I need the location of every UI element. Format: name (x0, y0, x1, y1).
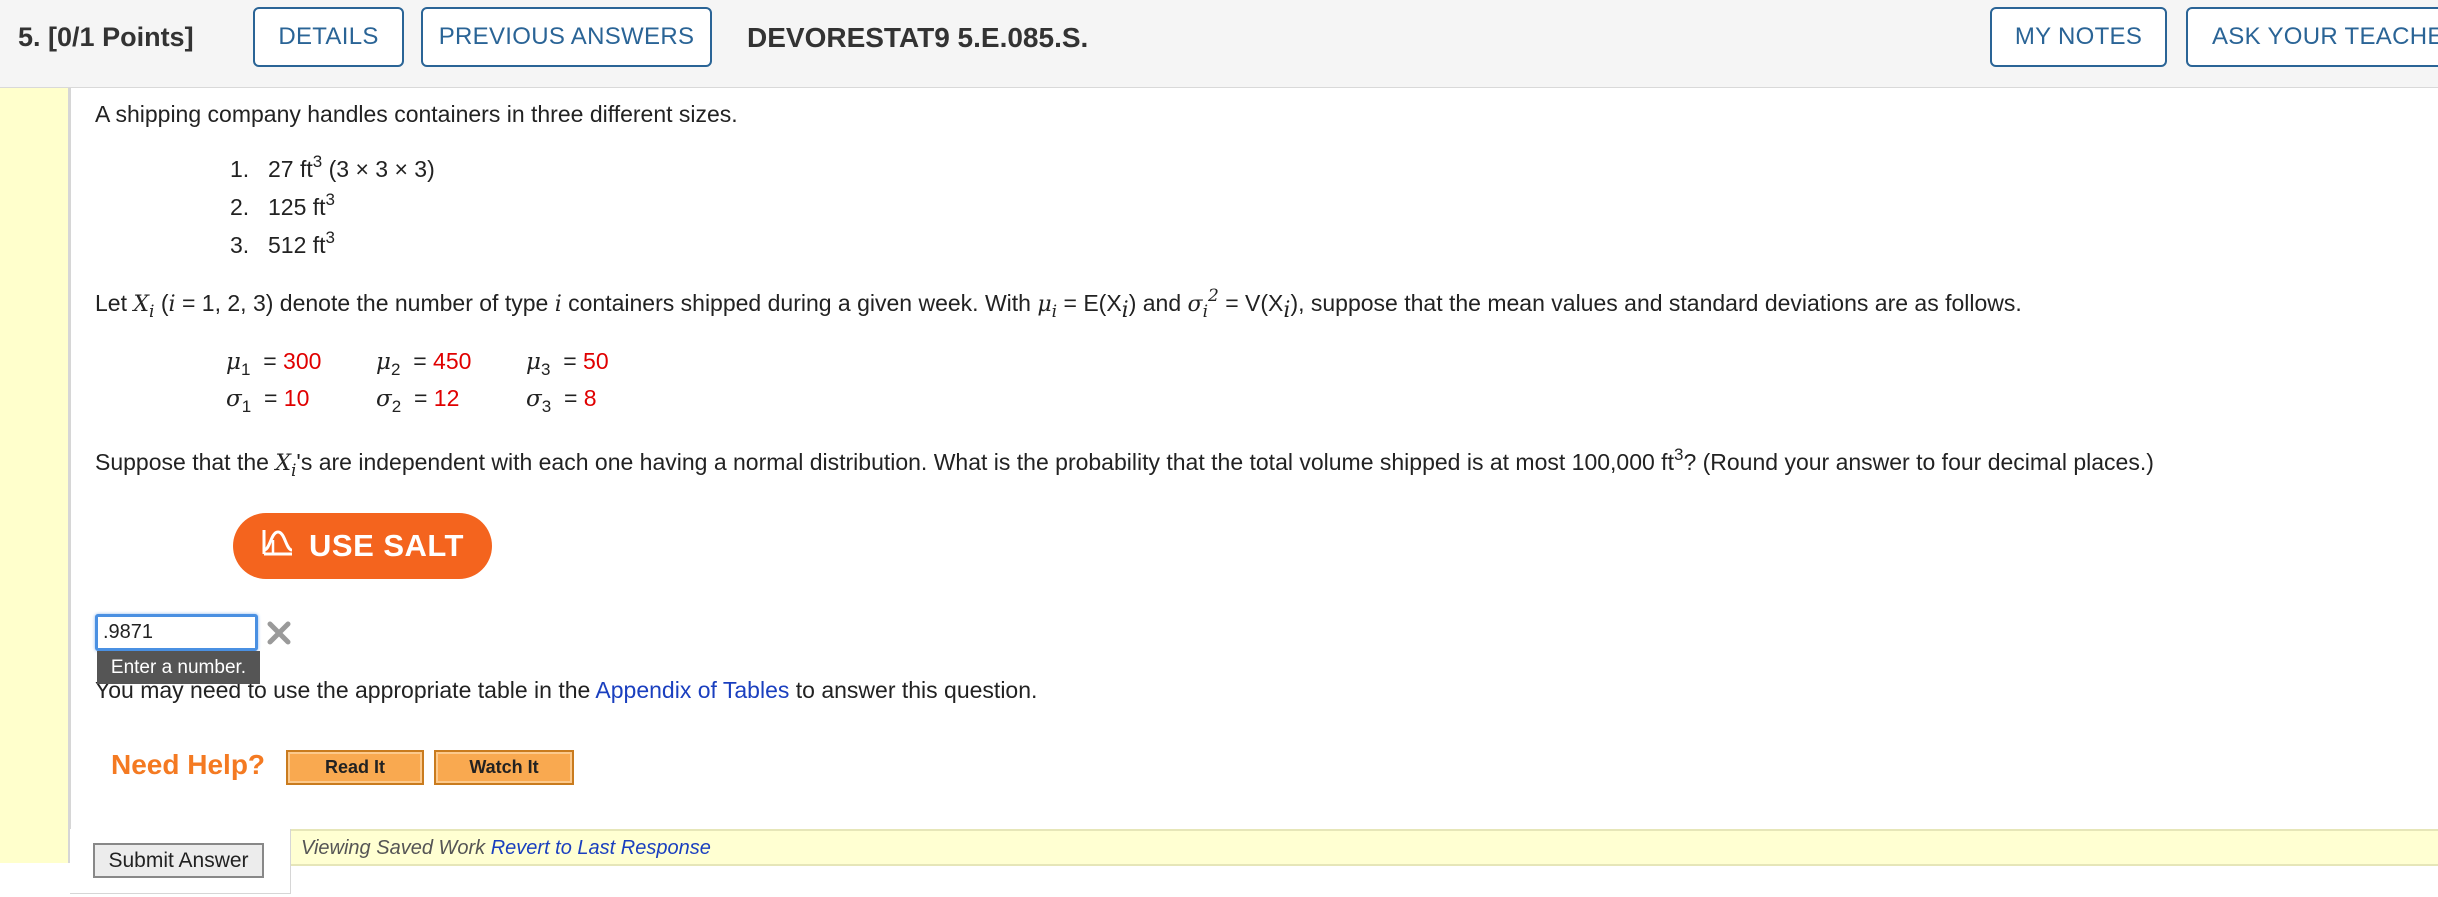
text-segment: containers shipped during a given week. … (561, 290, 1038, 316)
text-segment: Suppose that the (95, 449, 276, 475)
question-number-label: 5. (18, 22, 41, 52)
text-segment: ) and (1128, 290, 1188, 316)
need-help-label: Need Help? (111, 749, 266, 780)
problem-question: Suppose that the Xi's are independent wi… (95, 446, 2154, 481)
text-segment: to answer this question. (789, 677, 1038, 703)
list-item-exponent: 3 (325, 190, 336, 209)
list-item-dimensions: (3 × 3 × 3) (322, 156, 435, 182)
list-item-number: 2. (230, 194, 250, 220)
viewing-saved-work-text: Viewing Saved Work (301, 837, 491, 859)
my-notes-button[interactable]: MY NOTES (1990, 7, 2167, 67)
list-item-number: 3. (230, 232, 250, 258)
list-item: 3. 512 ft3 (230, 226, 435, 264)
revert-to-last-response-link[interactable]: Revert to Last Response (491, 837, 711, 859)
use-salt-button[interactable]: USE SALT (233, 513, 492, 579)
text-segment: = E(X (1057, 290, 1122, 316)
list-item-value: 125 ft (268, 194, 326, 220)
text-segment: ), suppose that the mean values and stan… (1290, 290, 2022, 316)
list-item-value: 27 ft (268, 156, 313, 182)
list-item-exponent: 3 (312, 152, 323, 171)
sigma-3: σ3 = 8 (526, 385, 597, 416)
math-mu-i: μi (1037, 292, 1058, 322)
math-i: i (168, 292, 176, 317)
question-number: 5. [0/1 Points] (18, 22, 194, 53)
math-sub-i: i (1121, 298, 1129, 323)
math-i: i (554, 292, 562, 317)
submit-answer-button[interactable]: Submit Answer (93, 843, 264, 878)
list-item-value: 512 ft (268, 232, 326, 258)
text-segment: ( (154, 290, 169, 316)
text-segment: Let (95, 290, 134, 316)
question-header: 5. [0/1 Points] DETAILS PREVIOUS ANSWERS… (0, 0, 2438, 88)
saved-work-bar: Viewing Saved Work Revert to Last Respon… (291, 829, 2438, 866)
points-label: [0/1 Points] (48, 22, 194, 52)
previous-answers-button[interactable]: PREVIOUS ANSWERS (421, 7, 712, 67)
math-sigma-i-squared: σi2 (1187, 286, 1219, 322)
text-segment: ? (Round your answer to four decimal pla… (1683, 449, 2154, 475)
sigma-2: σ2 = 12 (376, 385, 460, 416)
problem-intro: A shipping company handles containers in… (95, 101, 738, 127)
list-item: 2. 125 ft3 (230, 188, 435, 226)
text-segment: 's are independent with each one having … (296, 449, 1674, 475)
container-size-list: 1. 27 ft3 (3 × 3 × 3) 2. 125 ft3 3. 512 ft3 (230, 150, 435, 264)
watch-it-button[interactable]: Watch It (434, 750, 574, 785)
read-it-button[interactable]: Read It (286, 750, 424, 785)
mu-1: μ1 = 300 (226, 348, 322, 379)
details-button[interactable]: DETAILS (253, 7, 404, 67)
sigma-1-value: 10 (283, 385, 310, 411)
mu-2: μ2 = 450 (376, 348, 472, 379)
text-segment: = V(X (1218, 290, 1284, 316)
math-x-i: Xi (133, 292, 155, 322)
sigma-3-value: 8 (583, 385, 597, 411)
question-status-stripe (0, 88, 70, 863)
clear-answer-icon[interactable] (266, 620, 292, 646)
mu-3-value: 50 (583, 348, 609, 374)
math-x-i: Xi (275, 451, 297, 481)
mu-2-value: 450 (433, 348, 472, 374)
answer-input[interactable] (95, 614, 258, 651)
list-item-exponent: 3 (325, 228, 336, 247)
salt-distribution-icon (261, 526, 295, 566)
mu-3: μ3 = 50 (526, 348, 609, 379)
ask-your-teacher-button[interactable]: ASK YOUR TEACHER (2186, 7, 2438, 67)
sigma-2-value: 12 (433, 385, 460, 411)
list-item: 1. 27 ft3 (3 × 3 × 3) (230, 150, 435, 188)
appendix-of-tables-link[interactable]: Appendix of Tables (595, 677, 789, 703)
use-salt-label: USE SALT (309, 528, 464, 563)
problem-definition: Let Xi (i = 1, 2, 3) denote the number o… (95, 286, 2022, 322)
sigma-1: σ1 = 10 (226, 385, 310, 416)
answer-tooltip: Enter a number. (97, 651, 260, 684)
list-item-number: 1. (230, 156, 250, 182)
mu-1-value: 300 (283, 348, 322, 374)
text-segment: = 1, 2, 3) denote the number of type (175, 290, 555, 316)
question-code: DEVORESTAT9 5.E.085.S. (747, 22, 1089, 53)
